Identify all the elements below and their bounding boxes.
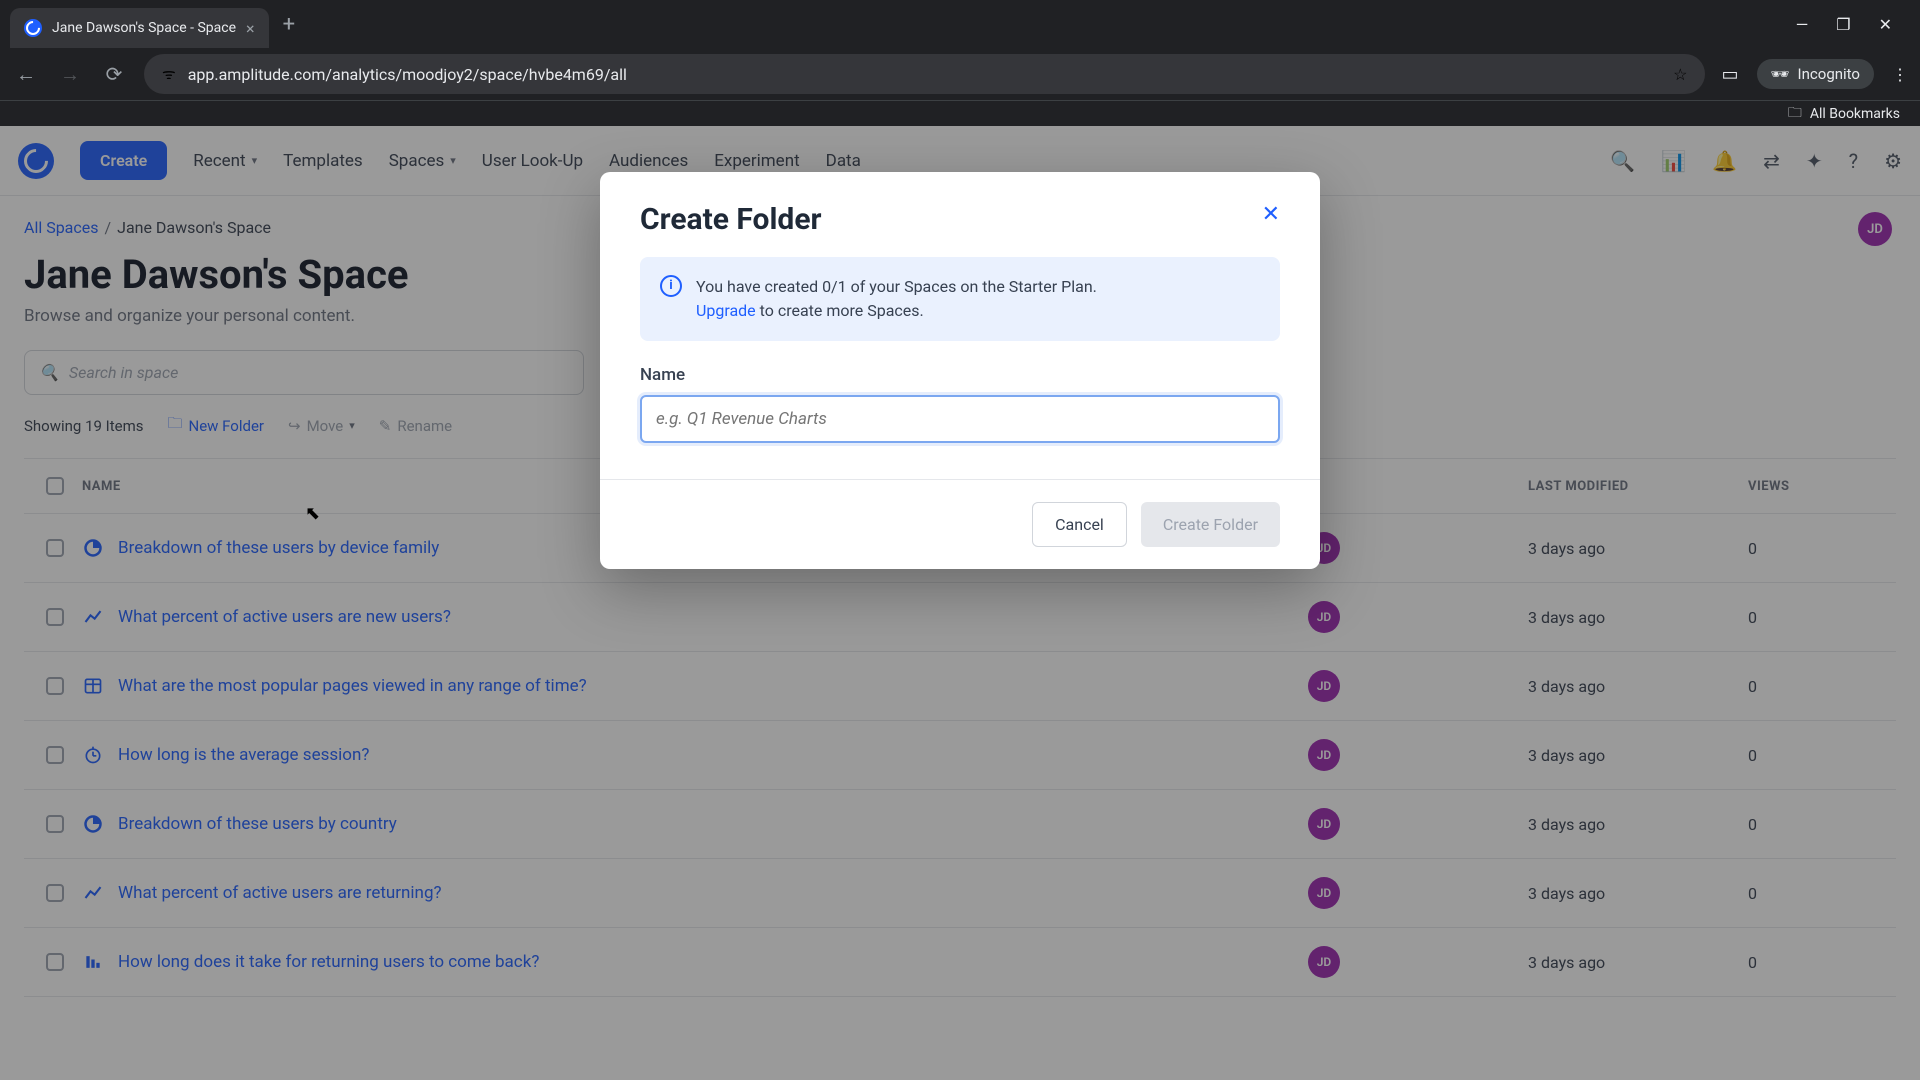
- modal-close-button[interactable]: ✕: [1262, 202, 1280, 227]
- upgrade-link[interactable]: Upgrade: [696, 301, 756, 320]
- folder-name-input[interactable]: [640, 395, 1280, 443]
- cancel-button[interactable]: Cancel: [1032, 502, 1127, 547]
- folder-icon: 🗀: [1788, 102, 1802, 126]
- info-icon: i: [660, 275, 682, 297]
- side-panel-icon[interactable]: ▭: [1721, 64, 1738, 85]
- incognito-icon: 🕶: [1771, 65, 1790, 83]
- maximize-icon[interactable]: ❐: [1836, 15, 1850, 34]
- all-bookmarks-link[interactable]: All Bookmarks: [1810, 106, 1900, 122]
- create-folder-submit[interactable]: Create Folder: [1141, 502, 1280, 547]
- url-text: app.amplitude.com/analytics/moodjoy2/spa…: [188, 65, 1661, 84]
- url-field[interactable]: ᯤ app.amplitude.com/analytics/moodjoy2/s…: [144, 54, 1705, 94]
- browser-menu-icon[interactable]: ⋮: [1892, 65, 1908, 84]
- modal-footer: Cancel Create Folder: [600, 479, 1320, 569]
- window-controls: — ❐ ✕: [1796, 15, 1910, 34]
- info-text-1: You have created 0/1 of your Spaces on t…: [696, 277, 1097, 296]
- forward-icon[interactable]: →: [56, 62, 84, 87]
- browser-tab[interactable]: Jane Dawson's Space - Space ×: [10, 8, 269, 48]
- close-window-icon[interactable]: ✕: [1879, 15, 1892, 34]
- create-folder-modal: Create Folder ✕ i You have created 0/1 o…: [600, 172, 1320, 569]
- tab-title: Jane Dawson's Space - Space: [52, 20, 236, 36]
- reload-icon[interactable]: ⟳: [100, 62, 128, 86]
- modal-title: Create Folder: [640, 202, 822, 237]
- back-icon[interactable]: ←: [12, 62, 40, 87]
- tab-bar: Jane Dawson's Space - Space × + — ❐ ✕: [0, 0, 1920, 48]
- address-bar: ← → ⟳ ᯤ app.amplitude.com/analytics/mood…: [0, 48, 1920, 100]
- info-banner: i You have created 0/1 of your Spaces on…: [640, 257, 1280, 341]
- close-tab-icon[interactable]: ×: [246, 19, 255, 38]
- incognito-label: Incognito: [1798, 65, 1860, 83]
- bookmarks-bar: 🗀 All Bookmarks: [0, 100, 1920, 126]
- bookmark-star-icon[interactable]: ☆: [1673, 65, 1687, 84]
- amplitude-favicon: [24, 19, 42, 37]
- incognito-badge[interactable]: 🕶 Incognito: [1757, 59, 1875, 89]
- app-root: Create Recent▾ Templates Spaces▾ User Lo…: [0, 126, 1920, 1080]
- new-tab-button[interactable]: +: [283, 12, 295, 37]
- info-text-2: to create more Spaces.: [756, 301, 924, 320]
- minimize-icon[interactable]: —: [1796, 15, 1809, 34]
- site-info-icon[interactable]: ᯤ: [162, 64, 176, 84]
- browser-chrome: Jane Dawson's Space - Space × + — ❐ ✕ ← …: [0, 0, 1920, 126]
- name-field-label: Name: [640, 365, 1280, 385]
